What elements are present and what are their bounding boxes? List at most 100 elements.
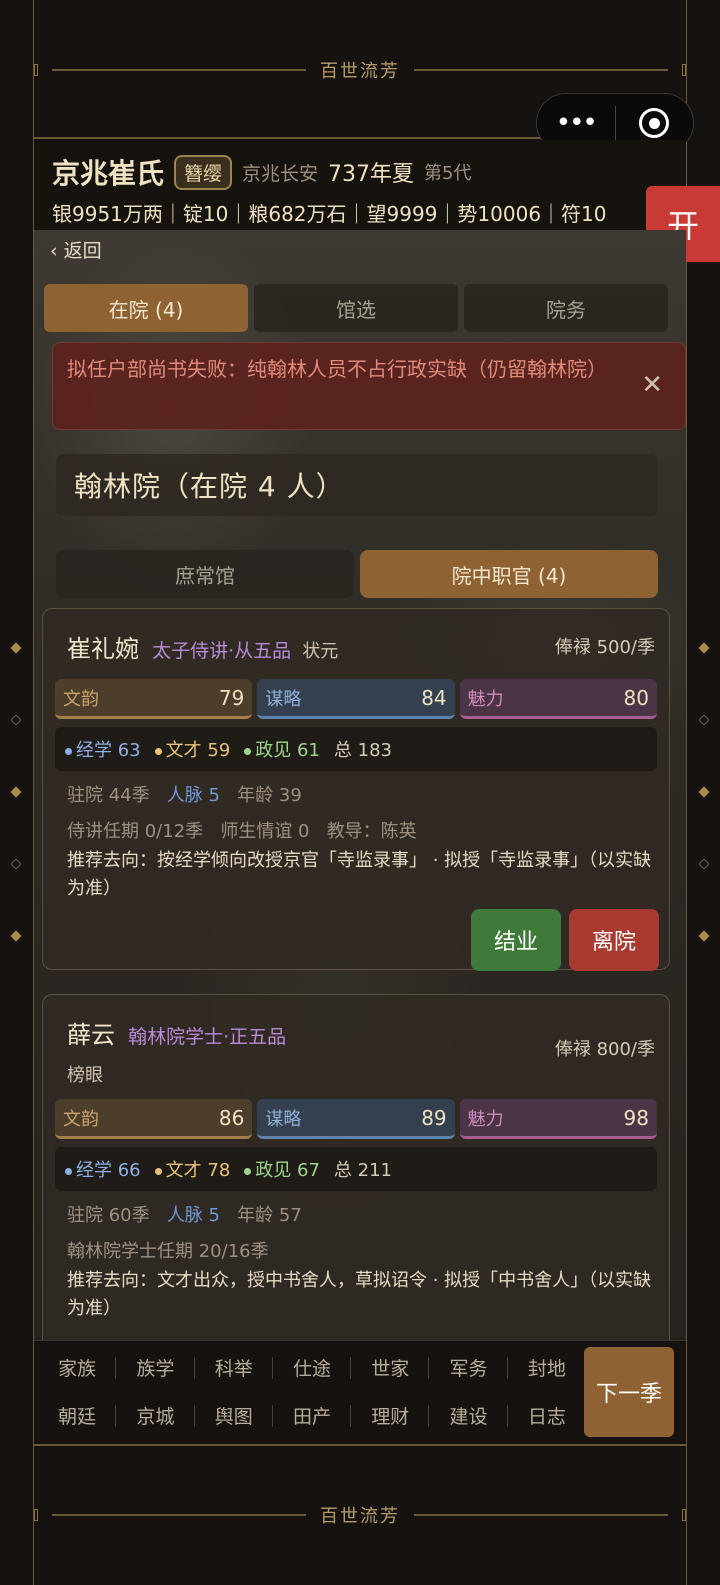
stat-label: 谋略 bbox=[265, 688, 302, 710]
tab-in-academy[interactable]: 在院 (4) bbox=[44, 284, 248, 332]
stat-moulue: 谋略 84 bbox=[257, 679, 455, 719]
back-button[interactable]: ‹ 返回 bbox=[50, 236, 102, 263]
skill-label: 文才 bbox=[165, 1160, 202, 1181]
next-season-button[interactable]: 下一季 bbox=[584, 1347, 674, 1437]
official-salary: 俸禄 500/季 bbox=[554, 637, 655, 658]
diamond-ornament bbox=[698, 642, 710, 654]
sub-skills: 经学 66 文才 78 政见 67 总 211 bbox=[55, 1147, 657, 1191]
age: 年龄 57 bbox=[237, 1205, 302, 1226]
close-icon[interactable]: ✕ bbox=[641, 369, 663, 401]
skill-zhengjian: 政见 67 bbox=[244, 1156, 320, 1182]
nav-grid: 家族 族学 科举 仕途 世家 军务 封地 朝廷 京城 舆图 田产 理财 建设 日… bbox=[38, 1343, 586, 1439]
stat-label: 文韵 bbox=[63, 1108, 99, 1130]
age: 年龄 39 bbox=[237, 785, 302, 806]
banner-line-right bbox=[414, 69, 668, 71]
skill-wencai: 文才 78 bbox=[154, 1156, 231, 1182]
nav-career[interactable]: 仕途 bbox=[273, 1343, 352, 1391]
tab-selection[interactable]: 馆选 bbox=[254, 284, 458, 332]
nav-capital[interactable]: 京城 bbox=[116, 1391, 195, 1439]
stat-value: 84 bbox=[421, 685, 447, 710]
stat-label: 文韵 bbox=[63, 688, 99, 710]
resources-bar: 银9951万两｜锭10｜粮682万石｜望9999｜势10006｜符10 bbox=[52, 202, 607, 226]
app-frame: 百世流芳 ••• 京兆崔氏 簪缨 京兆长安 737年夏 第5代 银9951万两｜… bbox=[0, 0, 720, 1585]
stay-duration: 驻院 44季 bbox=[67, 785, 150, 806]
nav-court[interactable]: 朝廷 bbox=[38, 1391, 117, 1439]
card-title-row: 崔礼婉 太子侍讲·从五品 状元 bbox=[67, 629, 338, 664]
section-title: 翰林院（在院 4 人） bbox=[56, 454, 658, 516]
close-miniprogram-button[interactable] bbox=[616, 108, 694, 138]
network-link[interactable]: 人脉 5 bbox=[167, 785, 220, 806]
nav-estate[interactable]: 田产 bbox=[273, 1391, 352, 1439]
banner-cap-right bbox=[682, 64, 686, 76]
clan-info-row: 京兆崔氏 簪缨 京兆长安 737年夏 第5代 bbox=[52, 152, 472, 192]
nav-finance[interactable]: 理财 bbox=[351, 1391, 430, 1439]
skill-label: 总 bbox=[333, 740, 352, 761]
official-honor: 状元 bbox=[302, 641, 339, 662]
stat-wenyun: 文韵 86 bbox=[55, 1099, 253, 1139]
sub-skills: 经学 63 文才 59 政见 61 总 183 bbox=[55, 727, 657, 771]
official-salary: 俸禄 800/季 bbox=[554, 1039, 655, 1060]
clan-header: 京兆崔氏 簪缨 京兆长安 737年夏 第5代 银9951万两｜锭10｜粮682万… bbox=[34, 140, 686, 230]
banner-line-left bbox=[52, 1514, 306, 1516]
nav-clan-school[interactable]: 族学 bbox=[116, 1343, 195, 1391]
banner-title: 百世流芳 bbox=[320, 1506, 400, 1527]
nav-log[interactable]: 日志 bbox=[508, 1391, 586, 1439]
more-icon[interactable]: ••• bbox=[537, 108, 615, 138]
official-card: 崔礼婉 太子侍讲·从五品 状元 俸禄 500/季 文韵 79 谋略 84 魅力 80 … bbox=[42, 608, 670, 971]
mentor-bond: 师生情谊 0 bbox=[220, 821, 310, 842]
skill-label: 经学 bbox=[76, 740, 112, 761]
diamond-ornament bbox=[10, 714, 22, 726]
skill-value: 59 bbox=[207, 740, 231, 761]
stat-value: 80 bbox=[623, 685, 649, 710]
subtab-officials[interactable]: 院中职官 (4) bbox=[360, 550, 658, 598]
recommendation: 推荐去向：文才出众，授中书舍人，草拟诏令 · 拟授「中书舍人」（以实缺为准） bbox=[67, 1270, 652, 1319]
nav-family[interactable]: 家族 bbox=[38, 1343, 117, 1391]
top-banner: 百世流芳 bbox=[34, 50, 686, 90]
diamond-ornament bbox=[698, 930, 710, 942]
clan-name: 京兆崔氏 bbox=[52, 157, 165, 190]
banner-line-left bbox=[52, 69, 306, 71]
nav-clans[interactable]: 世家 bbox=[351, 1343, 430, 1391]
term: 侍讲任期 0/12季 bbox=[67, 821, 204, 842]
network-link[interactable]: 人脉 5 bbox=[167, 1205, 220, 1226]
skill-value: 63 bbox=[117, 740, 141, 761]
nav-map[interactable]: 舆图 bbox=[195, 1391, 274, 1439]
bottom-nav: 家族 族学 科举 仕途 世家 军务 封地 朝廷 京城 舆图 田产 理财 建设 日… bbox=[34, 1340, 686, 1442]
attribute-bars: 文韵 79 谋略 84 魅力 80 bbox=[55, 679, 657, 719]
skill-total: 总 211 bbox=[334, 1156, 392, 1182]
leave-button[interactable]: 离院 bbox=[569, 909, 659, 971]
nav-build[interactable]: 建设 bbox=[429, 1391, 508, 1439]
nav-exam[interactable]: 科举 bbox=[195, 1343, 274, 1391]
skill-total: 总 183 bbox=[334, 736, 392, 762]
main-panel: ‹ 返回 在院 (4) 馆选 院务 拟任户部尚书失败：纯翰林人员不占行政实缺（仍… bbox=[34, 230, 686, 1340]
tab-affairs[interactable]: 院务 bbox=[464, 284, 668, 332]
stat-meili: 魅力 98 bbox=[459, 1099, 657, 1139]
skill-value: 66 bbox=[117, 1160, 141, 1181]
official-stats-line: 驻院 44季 人脉 5 年龄 39 bbox=[67, 781, 302, 807]
official-title: 太子侍讲·从五品 bbox=[152, 640, 292, 662]
skill-value: 78 bbox=[207, 1160, 231, 1181]
error-alert: 拟任户部尚书失败：纯翰林人员不占行政实缺（仍留翰林院） ✕ bbox=[52, 342, 686, 430]
skill-label: 政见 bbox=[255, 740, 292, 761]
recommendation: 推荐去向：按经学倾向改授京官「寺监录事」 · 拟授「寺监录事」（以实缺为准） bbox=[67, 850, 652, 899]
back-label: 返回 bbox=[63, 240, 102, 262]
skill-value: 183 bbox=[357, 740, 393, 761]
nav-fief[interactable]: 封地 bbox=[508, 1343, 586, 1391]
graduate-button[interactable]: 结业 bbox=[471, 909, 561, 971]
skill-zhengjian: 政见 61 bbox=[244, 736, 320, 762]
official-honor: 榜眼 bbox=[67, 1065, 103, 1086]
official-term-line: 侍讲任期 0/12季 师生情谊 0 教导：陈英 bbox=[67, 817, 417, 843]
skill-label: 总 bbox=[333, 1160, 352, 1181]
skill-label: 政见 bbox=[255, 1160, 292, 1181]
banner-line-right bbox=[414, 1514, 668, 1516]
stat-meili: 魅力 80 bbox=[459, 679, 657, 719]
nav-military[interactable]: 军务 bbox=[429, 1343, 508, 1391]
skill-value: 61 bbox=[297, 740, 320, 761]
skill-label: 文才 bbox=[165, 740, 202, 761]
diamond-ornament bbox=[698, 858, 710, 870]
official-term-line: 翰林院学士任期 20/16季 bbox=[67, 1237, 269, 1263]
skill-wencai: 文才 59 bbox=[154, 736, 231, 762]
banner-title: 百世流芳 bbox=[320, 61, 400, 82]
subtab-shuchang[interactable]: 庶常馆 bbox=[56, 550, 354, 598]
stat-value: 79 bbox=[218, 685, 245, 710]
